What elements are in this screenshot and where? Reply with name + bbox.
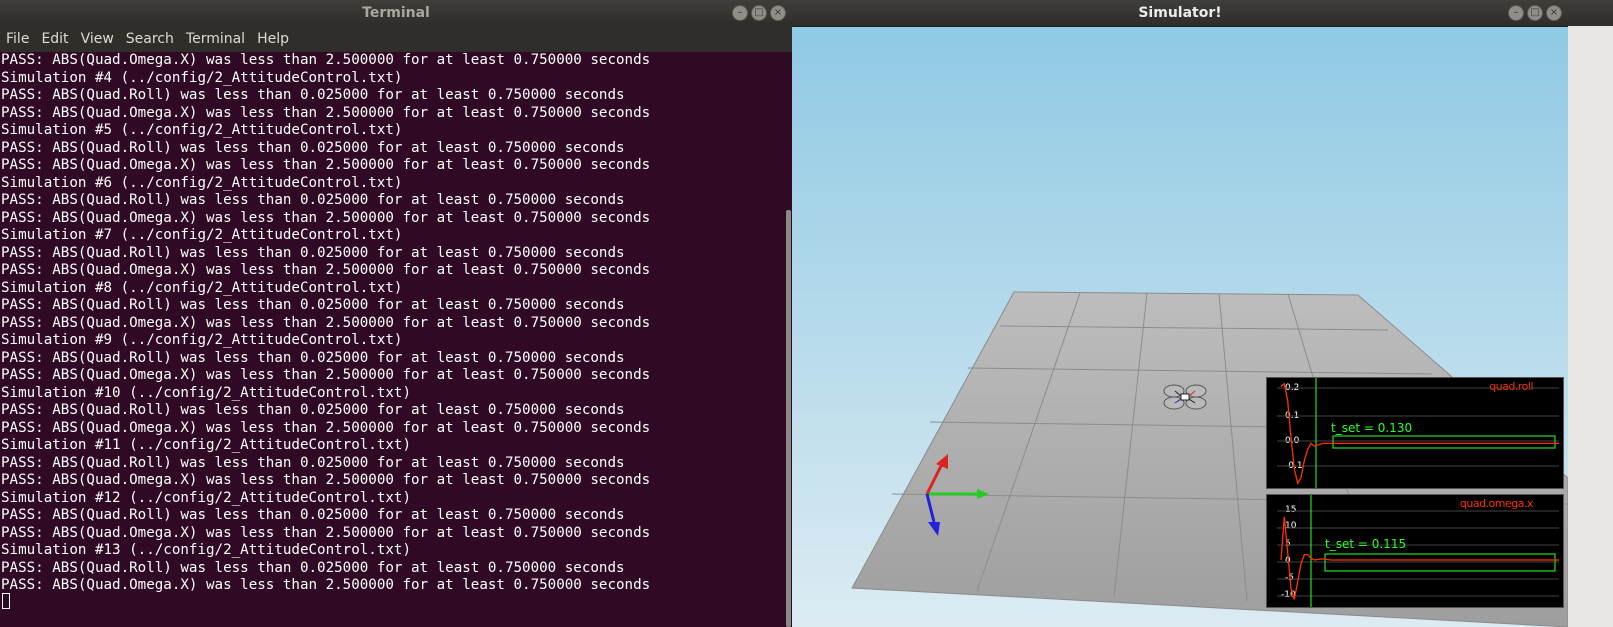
- menu-help[interactable]: Help: [257, 31, 289, 47]
- terminal-line: PASS: ABS(Quad.Roll) was less than 0.025…: [1, 192, 625, 208]
- terminal-cursor: [2, 593, 10, 609]
- terminal-line: PASS: ABS(Quad.Roll) was less than 0.025…: [1, 402, 625, 418]
- close-icon[interactable]: ×: [1546, 5, 1562, 21]
- terminal-line: PASS: ABS(Quad.Omega.X) was less than 2.…: [1, 367, 651, 383]
- terminal-line: PASS: ABS(Quad.Roll) was less than 0.025…: [1, 349, 625, 366]
- terminal-line: PASS: ABS(Quad.Omega.X) was less than 2.…: [1, 209, 651, 226]
- terminal-line: Simulation #13 (../config/2_AttitudeCont…: [1, 542, 411, 558]
- maximize-icon[interactable]: □: [751, 5, 767, 21]
- terminal-line: Simulation #6 (../config/2_AttitudeContr…: [1, 174, 403, 191]
- close-icon[interactable]: ×: [770, 5, 786, 21]
- tolerance-band: [1332, 435, 1556, 449]
- terminal-line: Simulation #7 (../config/2_AttitudeContr…: [1, 227, 403, 243]
- terminal-menubar: File Edit View Search Terminal Help: [0, 26, 792, 52]
- terminal-line: Simulation #8 (../config/2_AttitudeContr…: [1, 279, 403, 296]
- terminal-line: PASS: ABS(Quad.Omega.X) was less than 2.…: [1, 419, 651, 436]
- menu-search[interactable]: Search: [126, 31, 174, 47]
- terminal-window[interactable]: Terminal – □ × File Edit View Search Ter…: [0, 0, 792, 627]
- simulator-title: Simulator!: [1138, 5, 1222, 21]
- menu-terminal[interactable]: Terminal: [186, 31, 245, 47]
- terminal-line: PASS: ABS(Quad.Omega.X) was less than 2.…: [1, 577, 651, 593]
- terminal-line: Simulation #5 (../config/2_AttitudeContr…: [1, 122, 403, 138]
- simulator-window-controls: – □ ×: [1508, 5, 1562, 21]
- terminal-window-controls: – □ ×: [732, 5, 786, 21]
- terminal-line: PASS: ABS(Quad.Omega.X) was less than 2.…: [1, 314, 651, 331]
- omega-x-plot-canvas: [1277, 495, 1559, 607]
- terminal-titlebar[interactable]: Terminal – □ ×: [0, 0, 792, 27]
- omega-x-plot: quad.omega.x 15 10 5 0 -5 -10 t_set = 0.…: [1266, 494, 1564, 608]
- terminal-line: Simulation #10 (../config/2_AttitudeCont…: [1, 384, 411, 401]
- terminal-line: PASS: ABS(Quad.Roll) was less than 0.025…: [1, 559, 625, 576]
- terminal-line: Simulation #9 (../config/2_AttitudeContr…: [1, 332, 403, 348]
- terminal-line: PASS: ABS(Quad.Roll) was less than 0.025…: [1, 297, 625, 313]
- terminal-title: Terminal: [362, 5, 430, 21]
- terminal-line: PASS: ABS(Quad.Roll) was less than 0.025…: [1, 87, 625, 103]
- menu-file[interactable]: File: [6, 31, 29, 47]
- terminal-line: PASS: ABS(Quad.Omega.X) was less than 2.…: [1, 157, 651, 173]
- omega-x-series-line: [1280, 516, 1559, 600]
- omega-x-t-set-label: t_set = 0.115: [1325, 537, 1407, 551]
- terminal-line: PASS: ABS(Quad.Omega.X) was less than 2.…: [1, 524, 651, 541]
- terminal-scrollbar[interactable]: [786, 210, 791, 627]
- terminal-line: PASS: ABS(Quad.Roll) was less than 0.025…: [1, 139, 625, 156]
- terminal-line: PASS: ABS(Quad.Roll) was less than 0.025…: [1, 507, 625, 523]
- terminal-line: PASS: ABS(Quad.Omega.X) was less than 2.…: [1, 104, 651, 121]
- roll-t-set-label: t_set = 0.130: [1331, 421, 1413, 435]
- terminal-line: Simulation #11 (../config/2_AttitudeCont…: [1, 437, 411, 453]
- simulator-window[interactable]: Simulator! – □ × quad.roll 0.2 0.1 0.0 -…: [792, 0, 1568, 627]
- roll-plot: quad.roll 0.2 0.1 0.0 -0.1 t_set = 0.130: [1266, 377, 1564, 489]
- roll-plot-canvas: [1277, 378, 1559, 488]
- terminal-line: PASS: ABS(Quad.Roll) was less than 0.025…: [1, 244, 625, 261]
- minimize-icon[interactable]: –: [732, 5, 748, 21]
- desktop-strip: [1568, 0, 1613, 627]
- menu-edit[interactable]: Edit: [41, 31, 68, 47]
- maximize-icon[interactable]: □: [1527, 5, 1543, 21]
- simulator-titlebar[interactable]: Simulator! – □ ×: [792, 0, 1568, 27]
- desktop-strip-top: [1568, 0, 1613, 26]
- terminal-line: PASS: ABS(Quad.Omega.X) was less than 2.…: [1, 472, 651, 488]
- terminal-line: PASS: ABS(Quad.Omega.X) was less than 2.…: [1, 52, 651, 68]
- roll-series-line: [1280, 382, 1559, 485]
- minimize-icon[interactable]: –: [1508, 5, 1524, 21]
- terminal-line: PASS: ABS(Quad.Omega.X) was less than 2.…: [1, 262, 651, 278]
- terminal-line: Simulation #4 (../config/2_AttitudeContr…: [1, 69, 403, 86]
- terminal-line: PASS: ABS(Quad.Roll) was less than 0.025…: [1, 454, 625, 471]
- terminal-line: Simulation #12 (../config/2_AttitudeCont…: [1, 489, 411, 506]
- menu-view[interactable]: View: [81, 31, 114, 47]
- terminal-output[interactable]: PASS: ABS(Quad.Omega.X) was less than 2.…: [0, 52, 782, 627]
